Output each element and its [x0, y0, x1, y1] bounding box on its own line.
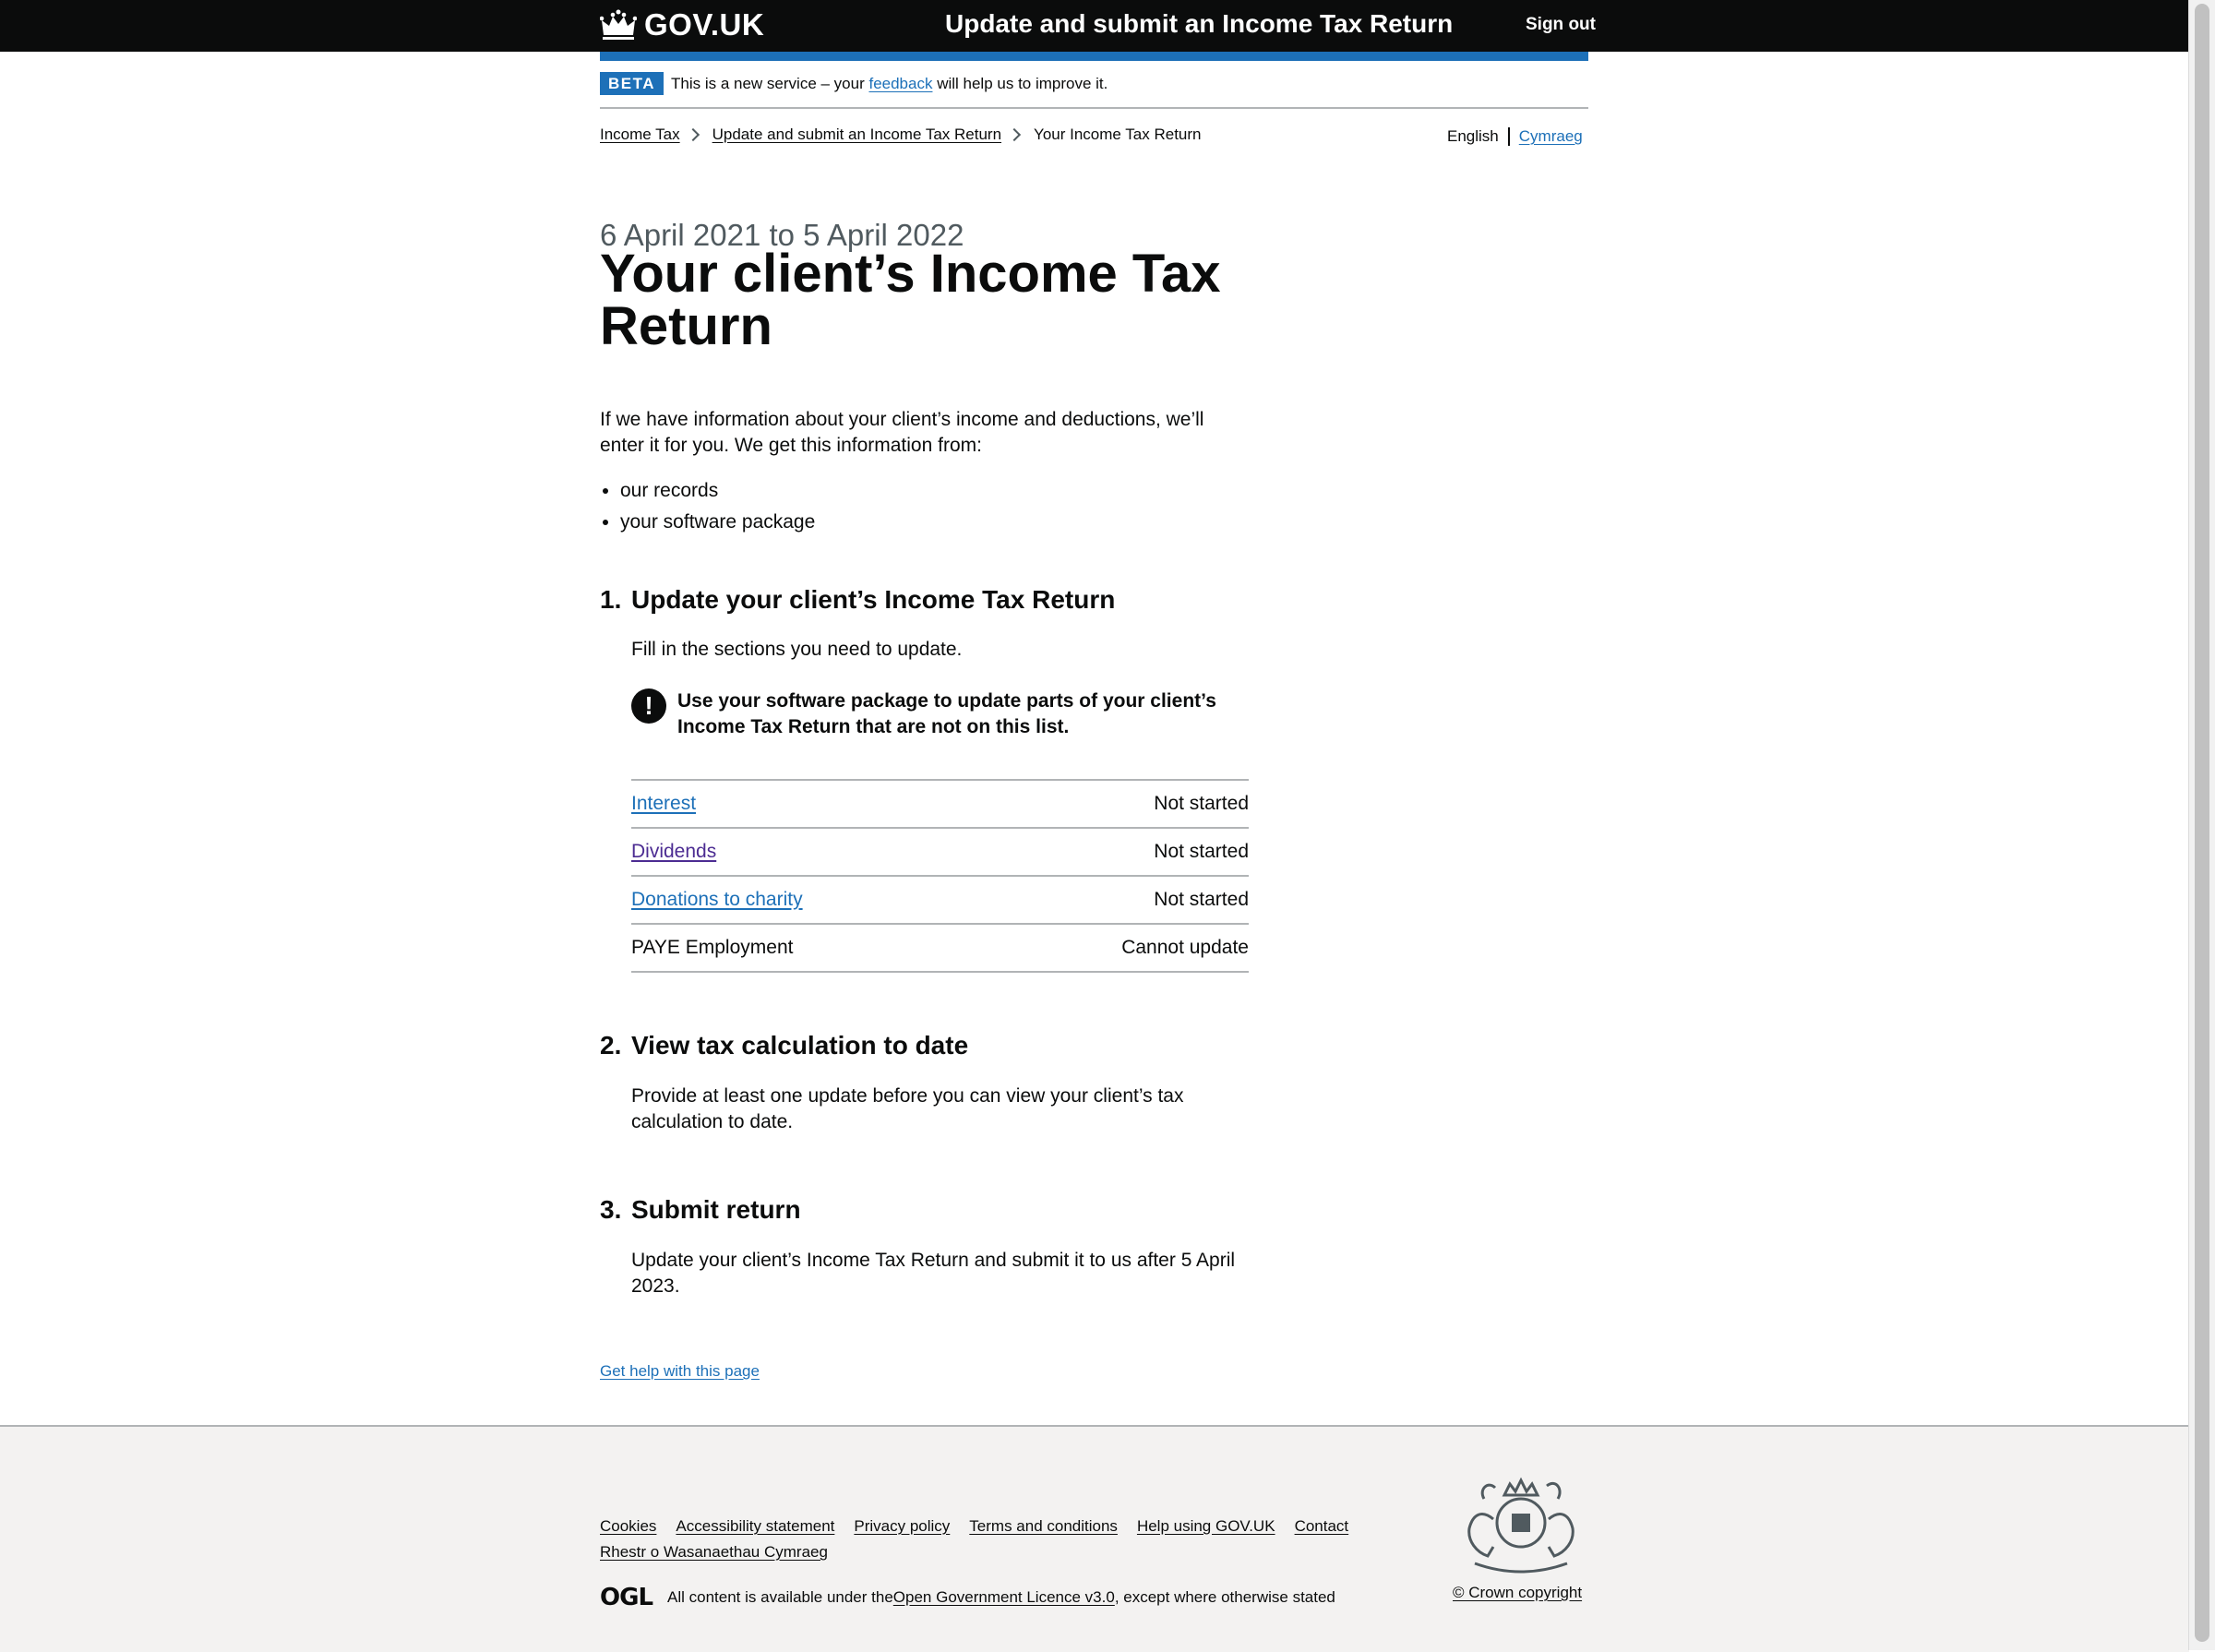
task-status: Not started: [1154, 889, 1249, 910]
crown-copyright-link[interactable]: © Crown copyright: [1453, 1584, 1582, 1601]
ogl-logo-icon: OGL: [600, 1584, 653, 1611]
licence-text-after: , except where otherwise stated: [1114, 1588, 1335, 1606]
footer-link-contact[interactable]: Contact: [1295, 1517, 1349, 1536]
licence-text-before: All content is available under the: [667, 1588, 893, 1606]
feedback-link[interactable]: feedback: [868, 75, 932, 92]
task-row-dividends: Dividends Not started: [631, 829, 1249, 877]
phase-text-after: will help us to improve it.: [932, 75, 1108, 92]
footer-link-accessibility[interactable]: Accessibility statement: [676, 1517, 834, 1536]
step-2-text: Provide at least one update before you c…: [631, 1085, 1184, 1132]
crown-icon: [600, 9, 637, 40]
breadcrumb: Income Tax Update and submit an Income T…: [600, 126, 1202, 144]
task-link-interest[interactable]: Interest: [631, 793, 696, 815]
language-toggle: English Cymraeg: [1447, 127, 1583, 146]
logo-text: GOV.UK: [644, 7, 765, 42]
task-row-interest: Interest Not started: [631, 781, 1249, 829]
task-status: Not started: [1154, 841, 1249, 862]
service-name-link[interactable]: Update and submit an Income Tax Return: [945, 9, 1453, 39]
task-status: Not started: [1154, 793, 1249, 814]
step-number: 3.: [600, 1195, 622, 1224]
step-2-heading: 2. View tax calculation to date: [600, 1031, 968, 1060]
warning-message: Use your software package to update part…: [677, 690, 1216, 737]
breadcrumb-update-and-submit[interactable]: Update and submit an Income Tax Return: [712, 126, 1001, 144]
language-cymraeg-link[interactable]: Cymraeg: [1519, 127, 1583, 146]
list-item: our records: [620, 478, 815, 504]
step-title: View tax calculation to date: [631, 1031, 969, 1059]
step-3-text: Update your client’s Income Tax Return a…: [631, 1250, 1236, 1297]
warning-text: ! Use your software package to update pa…: [631, 688, 1222, 740]
footer-links: Cookies Accessibility statement Privacy …: [600, 1517, 1368, 1536]
open-government-licence-link[interactable]: Open Government Licence v3.0: [893, 1588, 1115, 1607]
step-1-text: Fill in the sections you need to update.: [631, 639, 963, 660]
phase-banner: BETA This is a new service – your feedba…: [600, 72, 1588, 109]
royal-coat-of-arms-icon: [1467, 1477, 1574, 1574]
licence-row: OGL All content is available under the O…: [600, 1584, 1335, 1611]
task-row-paye: PAYE Employment Cannot update: [631, 925, 1249, 973]
page-scrollbar[interactable]: [2188, 0, 2215, 1650]
intro-paragraph: If we have information about your client…: [600, 409, 1204, 456]
chevron-right-icon: [1007, 127, 1022, 142]
site-footer: Cookies Accessibility statement Privacy …: [0, 1425, 2189, 1652]
phase-text-before: This is a new service – your: [671, 75, 869, 92]
task-link-dividends[interactable]: Dividends: [631, 841, 716, 863]
footer-link-terms[interactable]: Terms and conditions: [969, 1517, 1118, 1536]
step-number: 1.: [600, 585, 622, 614]
task-name-paye-employment: PAYE Employment: [631, 937, 794, 958]
scrollbar-thumb[interactable]: [2195, 4, 2209, 1642]
step-1-heading: 1. Update your client’s Income Tax Return: [600, 585, 1115, 615]
list-item: your software package: [620, 509, 815, 535]
task-link-donations-to-charity[interactable]: Donations to charity: [631, 889, 803, 911]
sign-out-link[interactable]: Sign out: [1526, 15, 1596, 35]
header-blue-bar: [600, 52, 1588, 61]
beta-tag: BETA: [600, 72, 664, 95]
language-current: English: [1447, 127, 1499, 145]
footer-link-privacy[interactable]: Privacy policy: [854, 1517, 950, 1536]
step-3-heading: 3. Submit return: [600, 1195, 801, 1225]
phase-banner-text: This is a new service – your feedback wi…: [671, 75, 1108, 93]
chevron-right-icon: [686, 127, 700, 142]
warning-icon: !: [631, 688, 666, 724]
page-title: Your client’s Income Tax Return: [600, 244, 1221, 356]
task-status: Cannot update: [1121, 937, 1249, 958]
footer-welsh-row: Rhestr o Wasanaethau Cymraeg: [600, 1543, 828, 1562]
task-row-donations: Donations to charity Not started: [631, 877, 1249, 925]
crown-copyright: © Crown copyright: [1453, 1584, 1582, 1602]
breadcrumb-income-tax[interactable]: Income Tax: [600, 126, 680, 144]
get-help-link[interactable]: Get help with this page: [600, 1362, 760, 1381]
step-title: Update your client’s Income Tax Return: [631, 585, 1116, 614]
language-separator: [1507, 127, 1510, 146]
step-number: 2.: [600, 1031, 622, 1059]
footer-link-help[interactable]: Help using GOV.UK: [1137, 1517, 1275, 1536]
footer-link-welsh-services[interactable]: Rhestr o Wasanaethau Cymraeg: [600, 1543, 828, 1561]
govuk-logo-link[interactable]: GOV.UK: [600, 7, 764, 42]
info-sources-list: our records your software package: [600, 478, 815, 541]
footer-link-cookies[interactable]: Cookies: [600, 1517, 656, 1536]
task-list: Interest Not started Dividends Not start…: [631, 779, 1249, 973]
breadcrumb-current: Your Income Tax Return: [1034, 126, 1202, 143]
site-header: GOV.UK Update and submit an Income Tax R…: [0, 0, 2189, 52]
step-title: Submit return: [631, 1195, 801, 1224]
